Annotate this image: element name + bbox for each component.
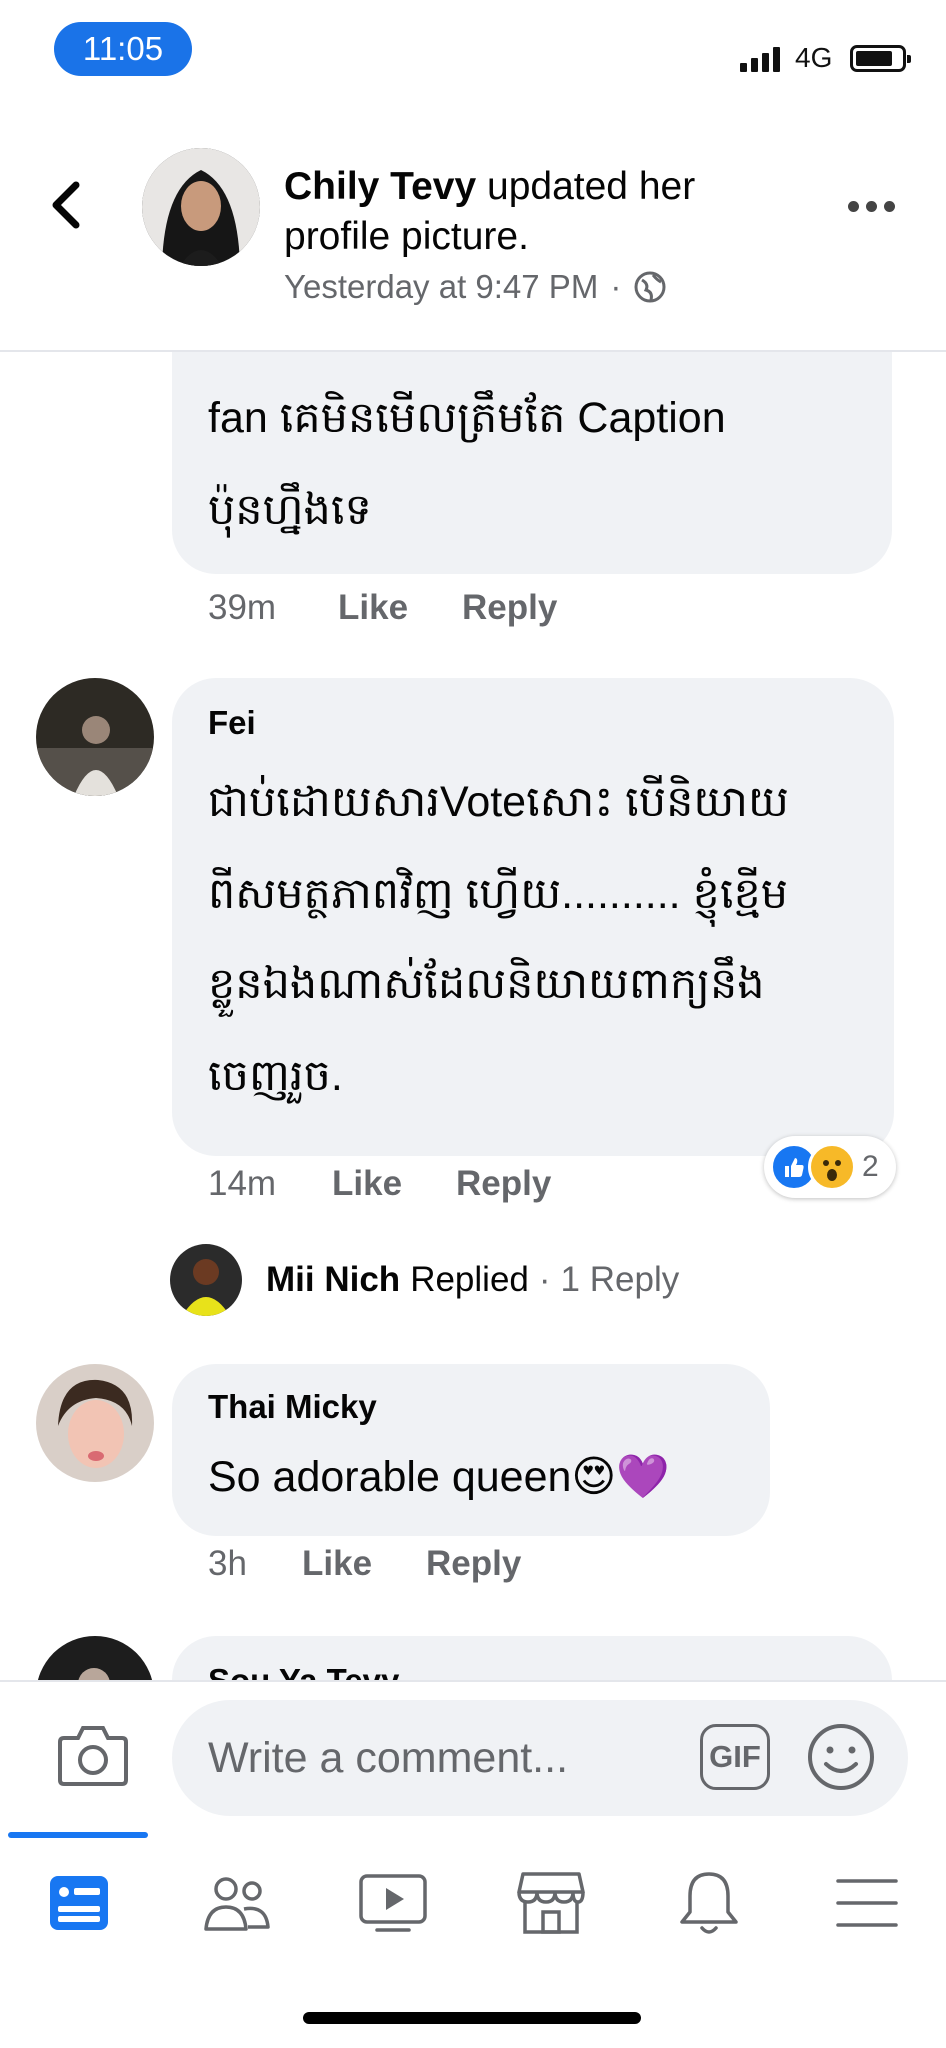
bottom-tab-bar — [0, 1830, 946, 2048]
reply-button[interactable]: Reply — [426, 1544, 521, 1584]
active-tab-indicator — [8, 1832, 148, 1838]
post-meta: Yesterday at 9:47 PM · — [284, 268, 667, 306]
status-bar: 11:05 4G — [0, 0, 946, 100]
reply-count: 1 Reply — [560, 1260, 680, 1299]
chevron-left-icon — [52, 181, 80, 229]
reply-button[interactable]: Reply — [456, 1164, 551, 1204]
comment-composer: Write a comment... GIF — [0, 1680, 946, 1830]
avatar[interactable] — [36, 1364, 154, 1482]
camera-button[interactable] — [56, 1720, 130, 1788]
camera-icon — [58, 1726, 128, 1786]
tab-friends[interactable] — [192, 1858, 282, 1948]
reply-separator: · — [538, 1260, 551, 1299]
comment-author[interactable]: Thai Micky — [208, 1388, 377, 1426]
more-options-button[interactable] — [848, 196, 904, 216]
tab-marketplace[interactable] — [506, 1858, 596, 1948]
comment-text-line: ជាប់ដោយសារVoteសោះ បើនិយាយ — [208, 778, 789, 826]
comments-list[interactable]: fan គេមិនមើលត្រឹមតែ Caption ប៉ុនហ្នឹងទេ … — [0, 352, 946, 1680]
view-replies-link[interactable]: Mii Nich Replied · 1 Reply — [170, 1244, 679, 1316]
battery-icon — [850, 45, 911, 72]
network-label: 4G — [795, 42, 833, 73]
like-button[interactable]: Like — [338, 588, 462, 628]
comment-text-line: ប៉ុនហ្នឹងទេ — [208, 486, 372, 534]
comment-text-line: ខ្លួនឯងណាស់ដែលនិយាយពាក្យនឹង — [208, 960, 765, 1008]
comment-bubble[interactable]: Fei ជាប់ដោយសារVoteសោះ បើនិយាយ ពីសមត្ថភាព… — [172, 678, 894, 1156]
comment-time: 14m — [208, 1164, 277, 1203]
news-feed-icon — [50, 1876, 108, 1930]
tab-menu[interactable] — [822, 1858, 912, 1948]
comment-input[interactable]: Write a comment... GIF — [172, 1700, 908, 1816]
like-button[interactable]: Like — [332, 1164, 456, 1204]
post-headline: Chily Tevy updated her profile picture. — [284, 162, 804, 262]
meta-separator: · — [610, 268, 622, 305]
comment-actions: 14m Like Reply — [208, 1164, 551, 1204]
smiley-icon — [808, 1724, 874, 1790]
comment-text: So adorable queen😍💜 — [208, 1453, 670, 1501]
menu-icon — [836, 1879, 898, 1927]
comment-author[interactable]: Fei — [208, 704, 256, 742]
tab-news-feed[interactable] — [34, 1858, 124, 1948]
reaction-count: 2 — [862, 1150, 879, 1183]
reply-avatar — [170, 1244, 242, 1316]
comment-bubble[interactable]: Thai Micky So adorable queen😍💜 — [172, 1364, 770, 1536]
wow-reaction-icon — [808, 1143, 856, 1191]
reply-button[interactable]: Reply — [462, 588, 557, 628]
tab-notifications[interactable] — [664, 1858, 754, 1948]
replied-label: Replied — [410, 1260, 529, 1299]
like-button[interactable]: Like — [302, 1544, 426, 1584]
emoji-button[interactable] — [806, 1722, 876, 1792]
gif-button[interactable]: GIF — [700, 1724, 770, 1790]
marketplace-icon — [517, 1872, 585, 1934]
reaction-summary[interactable]: 2 — [764, 1136, 896, 1198]
globe-icon — [634, 271, 666, 303]
friends-icon — [204, 1877, 270, 1931]
comment-placeholder: Write a comment... — [208, 1734, 569, 1782]
comment-text-line: ចេញរួច. — [208, 1052, 343, 1100]
watch-icon — [359, 1874, 427, 1932]
comment-actions: 3h Like Reply — [208, 1544, 521, 1584]
post-header: Chily Tevy updated her profile picture. … — [0, 100, 946, 352]
post-timestamp[interactable]: Yesterday at 9:47 PM — [284, 268, 598, 306]
author-avatar[interactable] — [142, 148, 260, 266]
avatar[interactable] — [36, 1636, 154, 1680]
comment-author[interactable]: Sou Ya Tevy — [208, 1662, 399, 1680]
tab-watch[interactable] — [348, 1858, 438, 1948]
avatar[interactable] — [36, 678, 154, 796]
back-button[interactable] — [40, 175, 90, 235]
comment-text-line: fan គេមិនមើលត្រឹមតែ Caption — [208, 394, 726, 442]
reply-author: Mii Nich — [266, 1260, 401, 1299]
comment-text-line: ពីសមត្ថភាពវិញ ហ្វេីយ.......... ខ្ញុំខ្មើ… — [208, 870, 789, 918]
comment-time: 39m — [208, 588, 277, 627]
notifications-icon — [680, 1872, 738, 1934]
post-author-name[interactable]: Chily Tevy — [284, 165, 476, 208]
comment-actions: 39m Like Reply — [208, 588, 557, 628]
comment-bubble[interactable]: fan គេមិនមើលត្រឹមតែ Caption ប៉ុនហ្នឹងទេ — [172, 352, 892, 574]
home-indicator[interactable] — [303, 2012, 641, 2024]
signal-icon — [740, 46, 780, 72]
status-time: 11:05 — [54, 22, 192, 76]
comment-bubble[interactable]: Sou Ya Tevy — [172, 1636, 892, 1680]
comment-time: 3h — [208, 1544, 247, 1583]
